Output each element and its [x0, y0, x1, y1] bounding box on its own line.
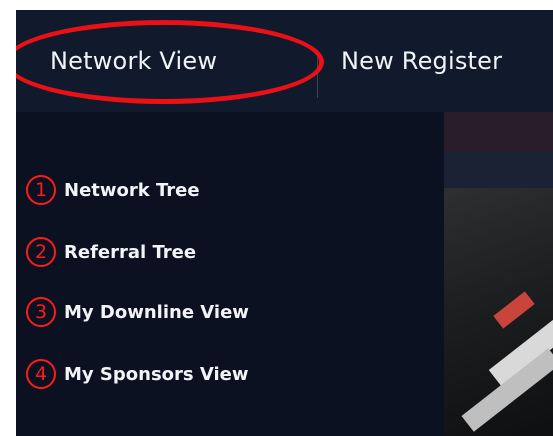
nav-divider: [317, 50, 318, 98]
menu-item-my-downline-view[interactable]: 3 My Downline View: [16, 292, 249, 332]
menu-item-label: Network Tree: [64, 179, 200, 201]
menu-item-label: My Sponsors View: [64, 363, 249, 385]
network-view-dropdown: 1 Network Tree 2 Referral Tree 3 My Down…: [16, 112, 444, 436]
menu-item-label: My Downline View: [64, 301, 249, 323]
menu-item-label: Referral Tree: [64, 241, 197, 263]
background-stripe: [444, 152, 553, 188]
menu-item-my-sponsors-view[interactable]: 4 My Sponsors View: [16, 354, 249, 394]
nav-network-view[interactable]: Network View: [50, 10, 217, 112]
nav-new-register[interactable]: New Register: [341, 10, 502, 112]
number-badge: 3: [26, 297, 56, 327]
number-badge: 4: [26, 359, 56, 389]
number-badge: 1: [26, 175, 56, 205]
background-stripe: [444, 112, 553, 152]
number-badge: 2: [26, 237, 56, 267]
top-navigation-bar: Network View New Register: [16, 10, 553, 112]
menu-item-referral-tree[interactable]: 2 Referral Tree: [16, 232, 196, 272]
menu-item-network-tree[interactable]: 1 Network Tree: [16, 170, 200, 210]
app-window: Network View New Register 1 Network Tree…: [16, 10, 553, 436]
